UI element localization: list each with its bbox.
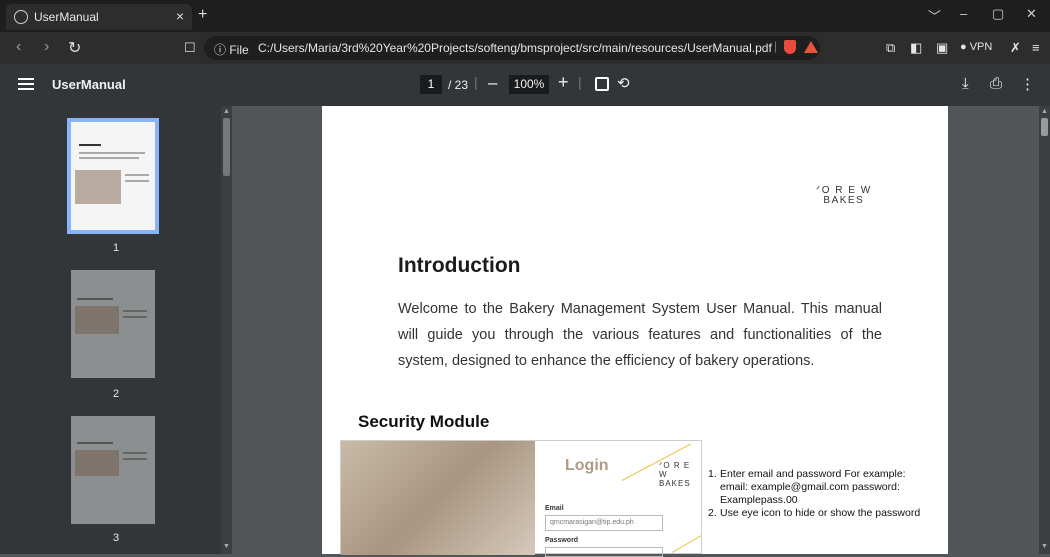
scroll-down-icon[interactable]: ▼: [223, 543, 230, 550]
extensions-icon[interactable]: ⧉: [886, 40, 895, 56]
forward-icon[interactable]: ›: [44, 38, 49, 56]
login-title: Login: [565, 457, 609, 474]
rotate-icon[interactable]: ⟲: [617, 74, 630, 92]
section-heading: Security Module: [358, 412, 490, 431]
document-title: UserManual: [52, 77, 126, 92]
omnibox-divider: |: [774, 39, 778, 53]
globe-icon: [14, 10, 28, 24]
email-label: Email: [545, 505, 564, 512]
thumb-line: [123, 316, 147, 318]
thumb-line: [125, 180, 149, 182]
thumb-image: [75, 450, 119, 476]
scroll-down-icon[interactable]: ▼: [1041, 543, 1048, 550]
reload-icon[interactable]: ↻: [68, 38, 81, 58]
thumbnail-sidebar: 1 2 3: [0, 106, 232, 554]
brave-rewards-icon[interactable]: [804, 41, 818, 53]
fit-to-page-icon[interactable]: [595, 77, 609, 91]
logo-line-2: BAKES: [823, 195, 865, 206]
minimize-button[interactable]: –: [960, 6, 967, 21]
brave-shields-icon[interactable]: [784, 40, 796, 54]
login-screenshot: Login ᐟO R E W BAKES Email qmcmarasigan@…: [340, 440, 702, 557]
browser-menu-icon[interactable]: ≡: [1032, 40, 1040, 55]
pdf-toolbar: UserManual 1 / 23 | – 100% + | ⟲ ⤓ ⎙ ⋮: [0, 64, 1050, 106]
thumb-line: [123, 310, 147, 312]
tab-search-chevron-icon[interactable]: ﹀: [928, 6, 941, 25]
scroll-up-icon[interactable]: ▲: [1041, 108, 1048, 115]
thumb-line: [123, 452, 147, 454]
sidebar-scrollbar[interactable]: ▲ ▼: [221, 106, 232, 554]
sidebar-icon[interactable]: ◧: [910, 40, 922, 56]
intro-heading: Introduction: [398, 254, 521, 277]
zoom-out-button[interactable]: –: [488, 73, 497, 93]
sidebar-scroll-thumb[interactable]: [223, 118, 230, 176]
note-number: 1.: [708, 468, 717, 480]
tab-title: UserManual: [34, 10, 99, 24]
thumb-line: [79, 157, 139, 159]
thumbnail-page-2[interactable]: [71, 270, 155, 378]
viewer-scroll-thumb[interactable]: [1041, 118, 1048, 136]
thumb-line: [79, 144, 101, 146]
thumbnail-page-3[interactable]: [71, 416, 155, 524]
password-label: Password: [545, 537, 579, 544]
note-text: Enter email and password For example: em…: [720, 468, 906, 506]
viewer-scrollbar[interactable]: ▲ ▼: [1039, 106, 1050, 554]
close-tab-icon[interactable]: ×: [176, 8, 184, 24]
note-item: 1. Enter email and password For example:…: [708, 468, 928, 507]
password-field-image: [545, 547, 663, 557]
bookmark-icon[interactable]: ☐: [184, 40, 196, 56]
restore-button[interactable]: ▢: [992, 6, 1004, 22]
instruction-notes: 1. Enter email and password For example:…: [708, 468, 928, 520]
browser-tab-bar: UserManual × + ﹀ – ▢ ✕: [0, 0, 1050, 32]
page-number-input[interactable]: 1: [420, 75, 442, 94]
leo-ai-icon[interactable]: ✗: [1010, 40, 1021, 56]
url-text[interactable]: C:/Users/Maria/3rd%20Year%20Projects/sof…: [258, 41, 772, 55]
screenshot-logo: ᐟO R E W BAKES: [659, 461, 701, 488]
hamburger-menu-icon[interactable]: [18, 78, 34, 90]
thumbnail-page-1[interactable]: [67, 118, 159, 234]
intro-paragraph: Welcome to the Bakery Management System …: [398, 301, 882, 369]
thumbnail-number: 1: [112, 242, 120, 254]
back-icon[interactable]: ‹: [16, 38, 21, 56]
vpn-button[interactable]: ● VPN: [960, 41, 992, 53]
thumb-image: [75, 170, 121, 204]
thumb-line: [125, 174, 149, 176]
toolbar-divider: |: [474, 74, 478, 90]
screenshot-logo-line-1: ᐟO R E W: [659, 461, 691, 479]
new-tab-button[interactable]: +: [198, 6, 207, 24]
browser-tab[interactable]: UserManual ×: [6, 4, 192, 30]
download-icon[interactable]: ⤓: [962, 75, 969, 92]
scroll-up-icon[interactable]: ▲: [223, 108, 230, 115]
more-actions-icon[interactable]: ⋮: [1020, 75, 1035, 93]
wallet-icon[interactable]: ▣: [936, 40, 948, 56]
address-bar-row: ‹ › ↻ ☐ ⓘ File C:/Users/Maria/3rd%20Year…: [0, 32, 1050, 64]
note-item: 2. Use eye icon to hide or show the pass…: [708, 507, 928, 520]
note-number: 2.: [708, 507, 717, 519]
page-total: / 23: [448, 78, 469, 92]
site-info-label[interactable]: ⓘ File: [214, 41, 249, 58]
note-text: Use eye icon to hide or show the passwor…: [720, 507, 921, 519]
pdf-viewer[interactable]: ᐟO R E W BAKES Introduction Welcome to t…: [232, 106, 1050, 557]
zoom-in-button[interactable]: +: [558, 72, 569, 93]
print-icon[interactable]: ⎙: [990, 75, 1002, 92]
drew-bakes-logo: ᐟO R E W BAKES: [816, 186, 872, 206]
thumb-line: [77, 298, 113, 300]
screenshot-logo-line-2: BAKES: [659, 479, 691, 488]
thumb-line: [79, 152, 145, 154]
thumbnail-number: 3: [112, 532, 120, 544]
thumb-image: [75, 306, 119, 334]
toolbar-divider: |: [578, 74, 582, 90]
close-window-button[interactable]: ✕: [1026, 6, 1037, 22]
thumbnail-number: 2: [112, 388, 120, 400]
thumb-line: [123, 458, 147, 460]
pdf-page: ᐟO R E W BAKES Introduction Welcome to t…: [322, 106, 948, 557]
bakery-photo: [341, 441, 535, 555]
email-field-image: qmcmarasigan@tip.edu.ph: [545, 515, 663, 531]
url-bar[interactable]: ⓘ File C:/Users/Maria/3rd%20Year%20Proje…: [204, 36, 820, 60]
zoom-input[interactable]: 100%: [509, 75, 549, 94]
thumb-line: [77, 442, 113, 444]
